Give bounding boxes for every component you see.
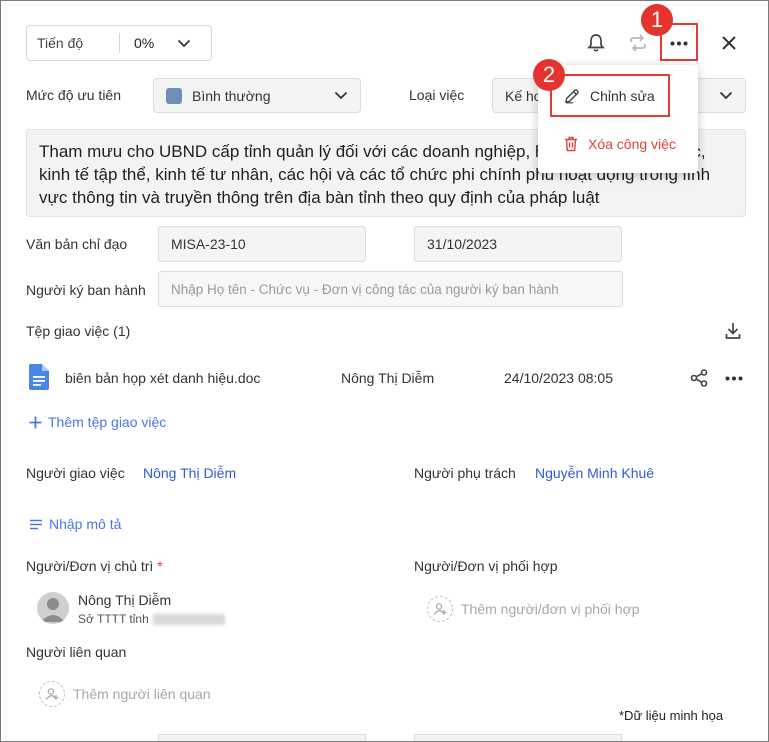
chevron-down-icon	[174, 39, 194, 48]
task-type-label: Loại việc	[409, 87, 465, 103]
close-icon[interactable]	[717, 31, 741, 55]
priority-select[interactable]: Bình thường	[153, 78, 361, 113]
plus-icon	[29, 416, 42, 429]
step-badge-1: 1	[641, 4, 673, 36]
add-description-label: Nhập mô tả	[49, 516, 122, 532]
priority-label: Mức độ ưu tiên	[26, 87, 122, 103]
share-icon[interactable]	[688, 367, 710, 389]
lead-person-org: Sở TTTT tỉnh	[78, 612, 225, 626]
task-detail-panel: Tiến độ 0% Mức độ ưu tiên Bình thường Lo…	[0, 0, 769, 742]
assigner-name[interactable]: Nông Thị Diễm	[143, 465, 236, 481]
add-coordinator-label: Thêm người/đơn vị phối hợp	[461, 601, 640, 617]
add-person-icon	[39, 681, 65, 707]
trash-icon	[564, 136, 578, 152]
directive-doc-date-field[interactable]: 31/10/2023	[414, 226, 622, 262]
directive-doc-label: Văn bản chỉ đạo	[26, 236, 128, 252]
add-attachment-button[interactable]: Thêm tệp giao việc	[29, 414, 166, 430]
responsible-name[interactable]: Nguyễn Minh Khuê	[535, 465, 654, 481]
doc-file-icon	[29, 364, 49, 395]
redacted-text	[152, 614, 225, 626]
text-lines-icon	[29, 519, 43, 530]
chevron-down-icon	[334, 91, 348, 100]
partial-field	[414, 734, 622, 741]
file-more-icon[interactable]	[723, 367, 745, 389]
menu-item-delete-label: Xóa công việc	[588, 136, 676, 152]
directive-doc-number-field[interactable]: MISA-23-10	[158, 226, 366, 262]
chevron-down-icon	[719, 91, 733, 100]
download-icon[interactable]	[723, 321, 743, 341]
add-person-icon	[427, 596, 453, 622]
add-related-label: Thêm người liên quan	[73, 686, 211, 702]
attachment-row[interactable]: biên bản họp xét danh hiệu.doc Nông Thị …	[26, 361, 746, 393]
step-badge-2: 2	[533, 59, 565, 91]
file-name[interactable]: biên bản họp xét danh hiệu.doc	[65, 370, 260, 386]
footnote: *Dữ liệu minh họa	[619, 708, 724, 723]
progress-value: 0%	[134, 35, 155, 51]
highlight-edit-item	[550, 74, 670, 117]
priority-value: Bình thường	[192, 87, 271, 104]
attachments-label: Tệp giao việc (1)	[26, 323, 131, 339]
lead-person-org-text: Sở TTTT tỉnh	[78, 612, 149, 626]
required-mark: *	[157, 558, 163, 574]
lead-unit-label-text: Người/Đơn vị chủ trì	[26, 558, 154, 574]
related-label: Người liên quan	[26, 644, 127, 660]
add-coordinator-button[interactable]: Thêm người/đơn vị phối hợp	[427, 596, 640, 622]
signer-field[interactable]: Nhập Họ tên - Chức vụ - Đơn vị công tác …	[158, 271, 623, 307]
lead-unit-label: Người/Đơn vị chủ trì *	[26, 558, 163, 574]
menu-item-delete[interactable]: Xóa công việc	[538, 124, 698, 164]
progress-select[interactable]: Tiến độ 0%	[26, 25, 212, 61]
repeat-icon[interactable]	[626, 31, 650, 55]
assigner-label: Người giao việc	[26, 465, 125, 481]
lead-person-name[interactable]: Nông Thị Diễm	[78, 592, 171, 608]
responsible-label: Người phụ trách	[414, 465, 516, 481]
add-related-button[interactable]: Thêm người liên quan	[39, 681, 211, 707]
add-description-button[interactable]: Nhập mô tả	[29, 516, 121, 532]
file-datetime: 24/10/2023 08:05	[504, 370, 613, 386]
bell-icon[interactable]	[585, 31, 607, 55]
progress-label: Tiến độ	[27, 33, 120, 53]
priority-color-swatch	[166, 87, 182, 104]
coordinator-label: Người/Đơn vị phối hợp	[414, 558, 558, 574]
add-attachment-label: Thêm tệp giao việc	[48, 414, 167, 430]
task-type-value: Kế ho	[505, 87, 542, 104]
signer-label: Người ký ban hành	[26, 282, 146, 298]
file-owner: Nông Thị Diễm	[341, 370, 435, 386]
partial-field	[158, 734, 366, 741]
avatar	[37, 592, 69, 624]
